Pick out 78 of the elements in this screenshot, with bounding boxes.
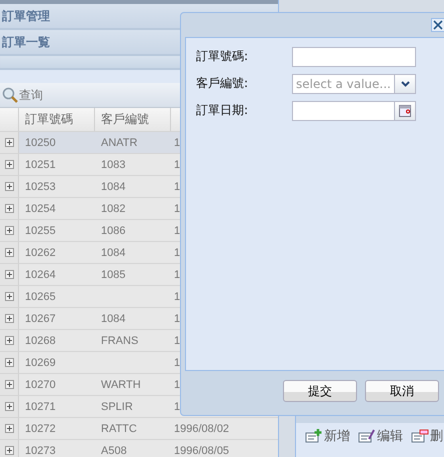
search-button[interactable]: 查询 [0, 86, 45, 104]
calendar-icon[interactable] [399, 104, 411, 116]
table-cell: 1996/08/02 [174, 422, 230, 434]
table-cell: 10269 [25, 356, 56, 368]
table-cell: 1 [174, 356, 180, 368]
table-cell: ANATR [101, 136, 138, 148]
table-cell: 1 [174, 246, 180, 258]
table-cell: FRANS [101, 334, 138, 346]
table-cell: 10265 [25, 290, 56, 302]
search-icon[interactable] [2, 87, 18, 103]
expand-icon[interactable] [4, 248, 14, 257]
expand-icon[interactable] [4, 358, 14, 367]
table-cell: WARTH [101, 378, 141, 390]
table-cell: 10250 [25, 136, 56, 148]
table-cell: 10273 [25, 444, 56, 456]
expand-icon[interactable] [4, 314, 14, 323]
table-cell: 1084 [101, 246, 126, 258]
column-header[interactable]: 客戶編號 [95, 108, 171, 131]
table-cell: 10255 [25, 224, 56, 236]
table-cell: 10272 [25, 422, 56, 434]
pencil-document-icon[interactable] [358, 429, 376, 443]
expand-icon[interactable] [4, 336, 14, 345]
field-label: 訂單日期: [196, 102, 250, 119]
expand-icon[interactable] [4, 446, 14, 455]
table-cell: 10254 [25, 202, 56, 214]
table-cell: SPLIR [101, 400, 133, 412]
close-button[interactable] [431, 18, 444, 32]
table-cell: 10251 [25, 158, 56, 170]
table-cell: 1084 [101, 180, 126, 192]
expand-icon[interactable] [4, 402, 14, 411]
toolbar-button[interactable]: 删 [408, 427, 444, 445]
expand-icon[interactable] [4, 204, 14, 213]
table-cell: 1 [174, 290, 180, 302]
expand-icon[interactable] [4, 270, 14, 279]
table-cell: 10253 [25, 180, 56, 192]
select-field[interactable]: select a value... [292, 74, 416, 94]
date-field[interactable] [292, 100, 416, 120]
table-cell: 1 [174, 268, 180, 280]
table-cell: 1086 [101, 224, 126, 236]
expand-icon[interactable] [4, 160, 14, 169]
document-icon[interactable] [411, 429, 429, 443]
expand-icon[interactable] [4, 424, 14, 433]
table-cell: 1083 [101, 158, 126, 170]
table-cell: 1 [174, 400, 180, 412]
table-cell: 1 [174, 180, 180, 192]
expand-icon[interactable] [4, 380, 14, 389]
table-cell: 10271 [25, 400, 56, 412]
table-cell: 1 [174, 378, 180, 390]
toolbar-button[interactable]: 新增 [302, 427, 353, 445]
dialog-button[interactable]: 取消 [365, 380, 439, 402]
table-cell: 1082 [101, 202, 126, 214]
table-cell: 10264 [25, 268, 56, 280]
table-cell: 10268 [25, 334, 56, 346]
expand-icon[interactable] [4, 138, 14, 147]
expand-icon[interactable] [4, 226, 14, 235]
table-cell: 1084 [101, 312, 126, 324]
table-cell: 10262 [25, 246, 56, 258]
column-header[interactable]: 訂單號碼 [19, 108, 95, 131]
expand-icon[interactable] [4, 182, 14, 191]
dialog-button[interactable]: 提交 [283, 380, 357, 402]
toolbar-button[interactable]: 编辑 [355, 427, 406, 445]
table-cell: 1085 [101, 268, 126, 280]
dropdown-icon[interactable] [400, 80, 410, 86]
input-field[interactable] [292, 46, 416, 66]
table-cell: 10270 [25, 378, 56, 390]
table-cell: 1996/08/05 [174, 444, 230, 456]
table-cell: 10267 [25, 312, 56, 324]
table-cell: 1 [174, 158, 180, 170]
table-cell: A508 [101, 444, 127, 456]
table-cell: 1 [174, 334, 180, 346]
table-cell: RATTC [101, 422, 137, 434]
table-cell: 1 [174, 136, 180, 148]
table-cell: 1 [174, 312, 180, 324]
table-cell: 1 [174, 224, 180, 236]
field-label: 客戶編號: [196, 75, 250, 92]
expand-icon[interactable] [4, 292, 14, 301]
table-cell: 1 [174, 202, 180, 214]
add-document-icon[interactable] [305, 429, 323, 443]
